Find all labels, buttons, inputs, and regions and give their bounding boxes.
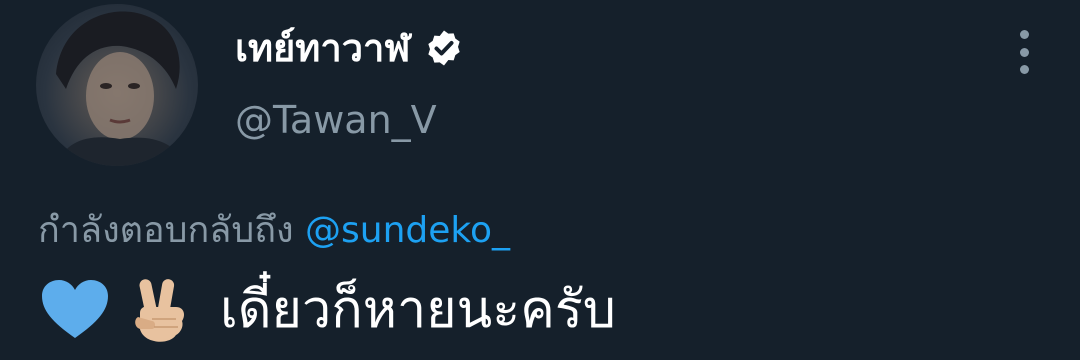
display-name-row[interactable]: เทย์ทาวาฬ [235, 20, 464, 76]
display-name[interactable]: เทย์ทาวาฬ [235, 20, 410, 76]
more-dot [1019, 65, 1029, 74]
avatar[interactable] [36, 4, 198, 166]
reply-mention-link[interactable]: @sundeko_ [305, 210, 510, 251]
reply-prefix: กำลังตอบกลับถึง [38, 210, 306, 251]
reply-context: กำลังตอบกลับถึง @sundeko_ [38, 206, 510, 256]
tweet-text: เดี๋ยวก็หายนะครับ [220, 280, 616, 340]
more-dot [1019, 30, 1029, 39]
tweet-body: เดี๋ยวก็หายนะครับ [40, 272, 616, 348]
more-vertical-icon[interactable] [1012, 30, 1036, 74]
user-handle[interactable]: @Tawan_V [235, 95, 437, 145]
verified-badge-icon [424, 28, 464, 68]
blue-heart-icon [40, 278, 110, 342]
victory-hand-icon [132, 275, 190, 345]
tweet-card: เทย์ทาวาฬ @Tawan_V กำลังตอบกลับถึง @sund… [0, 0, 1080, 360]
more-dot [1019, 47, 1029, 57]
